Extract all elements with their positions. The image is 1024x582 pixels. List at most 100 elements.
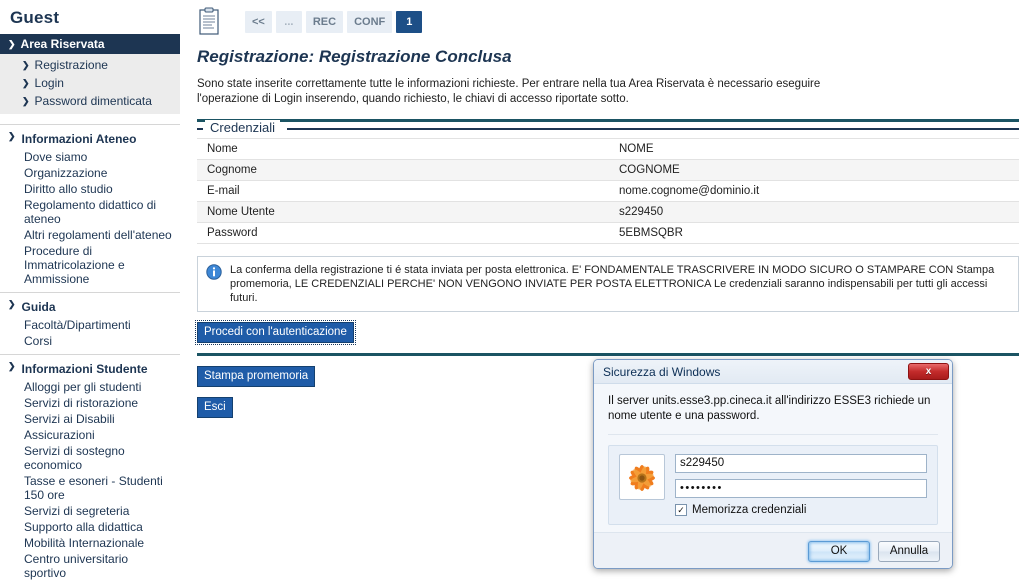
chevron-right-icon: ❯ (8, 361, 16, 371)
sidebar-group-label: Guida (21, 300, 56, 314)
sidebar-link[interactable]: Organizzazione (0, 165, 180, 181)
cell-key: Password (197, 222, 609, 244)
info-alert: La conferma della registrazione ti é sta… (197, 256, 1019, 312)
sidebar-active-menu: ❯ Area Riservata ❯ Registrazione ❯ Login… (0, 34, 180, 114)
proceed-authentication-button[interactable]: Procedi con l'autenticazione (195, 320, 356, 345)
credentials-fieldset: Credenziali Nome NOME Cognome COGNOME E-… (197, 120, 1019, 244)
sidebar-group-head[interactable]: ❯ Informazioni Ateneo (0, 130, 180, 149)
sidebar-item-password-dimenticata[interactable]: ❯ Password dimenticata (0, 92, 180, 110)
dialog-title-bar[interactable]: Sicurezza di Windows x (594, 360, 952, 384)
sidebar-link[interactable]: Alloggi per gli studenti (0, 379, 180, 395)
sidebar-item-area-riservata[interactable]: ❯ Area Riservata (0, 34, 180, 54)
sidebar-item-login[interactable]: ❯ Login (0, 74, 180, 92)
sidebar-submenu: ❯ Registrazione ❯ Login ❯ Password dimen… (0, 54, 180, 114)
sidebar-group-head[interactable]: ❯ Informazioni Studente (0, 360, 180, 379)
sidebar-link[interactable]: Assicurazioni (0, 427, 180, 443)
fieldset-border (197, 128, 1019, 130)
password-input[interactable]: •••••••• (675, 479, 927, 498)
chevron-right-icon: ❯ (22, 59, 30, 70)
sidebar-link[interactable]: Servizi ai Disabili (0, 411, 180, 427)
dialog-footer: OK Annulla (594, 532, 952, 568)
crumb-step-1[interactable]: 1 (396, 11, 423, 33)
chevron-right-icon: ❯ (22, 77, 30, 88)
chevron-right-icon: ❯ (8, 131, 16, 141)
sidebar-link[interactable]: Dove siamo (0, 149, 180, 165)
info-alert-text: La conferma della registrazione ti é sta… (230, 264, 995, 304)
username-input[interactable]: s229450 (675, 454, 927, 473)
fieldset-legend: Credenziali (205, 120, 281, 135)
chevron-right-icon: ❯ (8, 299, 16, 309)
cell-key: Nome Utente (197, 201, 609, 223)
dialog-message: Il server units.esse3.pp.cineca.it all'i… (608, 395, 931, 422)
cell-value: 5EBMSQBR (609, 222, 1019, 244)
exit-button[interactable]: Esci (197, 397, 233, 418)
sidebar-item-label: Registrazione (34, 58, 108, 72)
info-icon (206, 264, 222, 280)
sidebar-link[interactable]: Tasse e esoneri - Studenti 150 ore (0, 473, 180, 503)
cell-value: nome.cognome@dominio.it (609, 180, 1019, 202)
flower-avatar-icon (619, 454, 665, 500)
chevron-right-icon: ❯ (8, 38, 16, 49)
sidebar-link[interactable]: Servizi di sostegno economico (0, 443, 180, 473)
credential-fields: s229450 •••••••• ✓ Memorizza credenziali (675, 454, 927, 516)
windows-security-dialog[interactable]: Sicurezza di Windows x Il server units.e… (593, 359, 953, 569)
crumb-ellipsis[interactable]: ... (275, 11, 302, 33)
table-row: Password 5EBMSQBR (197, 222, 1019, 244)
crumb-rec[interactable]: REC (305, 11, 344, 33)
clipboard-form-icon (197, 7, 223, 37)
sidebar-link[interactable]: Procedure di Immatricolazione e Ammissio… (0, 243, 180, 287)
proceed-button-row: Procedi con l'autenticazione (195, 320, 1024, 345)
sidebar-item-label: Password dimenticata (34, 94, 152, 108)
cell-key: E-mail (197, 180, 609, 202)
sidebar-item-label: Area Riservata (20, 37, 105, 51)
table-row: Cognome COGNOME (197, 159, 1019, 181)
breadcrumb: << ... REC CONF 1 (245, 11, 423, 33)
cell-key: Cognome (197, 159, 609, 181)
screenshot-root: Guest ❯ Area Riservata ❯ Registrazione ❯… (0, 0, 1024, 582)
table-row: E-mail nome.cognome@dominio.it (197, 180, 1019, 202)
cell-value: s229450 (609, 201, 1019, 223)
close-icon[interactable]: x (908, 363, 949, 380)
sidebar-link[interactable]: Supporto alla didattica (0, 519, 180, 535)
sidebar-link[interactable]: Facoltà/Dipartimenti (0, 317, 180, 333)
sidebar-item-label: Login (34, 76, 64, 90)
sidebar-group-label: Informazioni Ateneo (21, 132, 137, 146)
cell-value: NOME (609, 138, 1019, 160)
sidebar-link[interactable]: Centro universitario sportivo (0, 551, 180, 581)
sidebar-group-head[interactable]: ❯ Guida (0, 298, 180, 317)
chevron-right-icon: ❯ (22, 95, 30, 106)
crumb-back[interactable]: << (245, 11, 272, 33)
sidebar-link[interactable]: Servizi di ristorazione (0, 395, 180, 411)
credentials-table: Nome NOME Cognome COGNOME E-mail nome.co… (197, 138, 1019, 244)
sidebar-link[interactable]: Servizi di segreteria (0, 503, 180, 519)
sidebar-link[interactable]: Corsi (0, 333, 180, 349)
sidebar-title: Guest (10, 8, 60, 27)
dialog-divider (608, 434, 938, 435)
crumb-conf[interactable]: CONF (347, 11, 393, 33)
sidebar-link[interactable]: Altri regolamenti dell'ateneo (0, 227, 180, 243)
sidebar-link[interactable]: Regolamento didattico di ateneo (0, 197, 180, 227)
breadcrumb-toolbar: << ... REC CONF 1 (195, 0, 1024, 42)
cell-key: Nome (197, 138, 609, 160)
ok-button[interactable]: OK (808, 540, 870, 562)
sidebar-group-informazioni-ateneo: ❯ Informazioni Ateneo Dove siamo Organiz… (0, 124, 180, 292)
sidebar-group-guida: ❯ Guida Facoltà/Dipartimenti Corsi (0, 292, 180, 354)
credentials-input-panel: s229450 •••••••• ✓ Memorizza credenziali (608, 445, 938, 525)
cancel-button[interactable]: Annulla (878, 540, 940, 562)
cell-value: COGNOME (609, 159, 1019, 181)
sidebar-group-label: Informazioni Studente (21, 362, 148, 376)
remember-credentials-label: Memorizza credenziali (692, 504, 807, 516)
remember-credentials-row[interactable]: ✓ Memorizza credenziali (675, 504, 927, 516)
dialog-body: Il server units.esse3.pp.cineca.it all'i… (594, 384, 952, 532)
sidebar: Guest ❯ Area Riservata ❯ Registrazione ❯… (0, 0, 180, 582)
page-title: Registrazione: Registrazione Conclusa (197, 47, 512, 66)
sidebar-link[interactable]: Mobilità Internazionale (0, 535, 180, 551)
intro-paragraph: Sono state inserite correttamente tutte … (197, 78, 821, 105)
table-row: Nome Utente s229450 (197, 201, 1019, 223)
sidebar-link[interactable]: Diritto allo studio (0, 181, 180, 197)
sidebar-item-registrazione[interactable]: ❯ Registrazione (0, 56, 180, 74)
print-memo-button[interactable]: Stampa promemoria (197, 366, 316, 387)
sidebar-group-informazioni-studente: ❯ Informazioni Studente Alloggi per gli … (0, 354, 180, 582)
section-divider (197, 353, 1019, 356)
remember-checkbox[interactable]: ✓ (675, 504, 687, 516)
